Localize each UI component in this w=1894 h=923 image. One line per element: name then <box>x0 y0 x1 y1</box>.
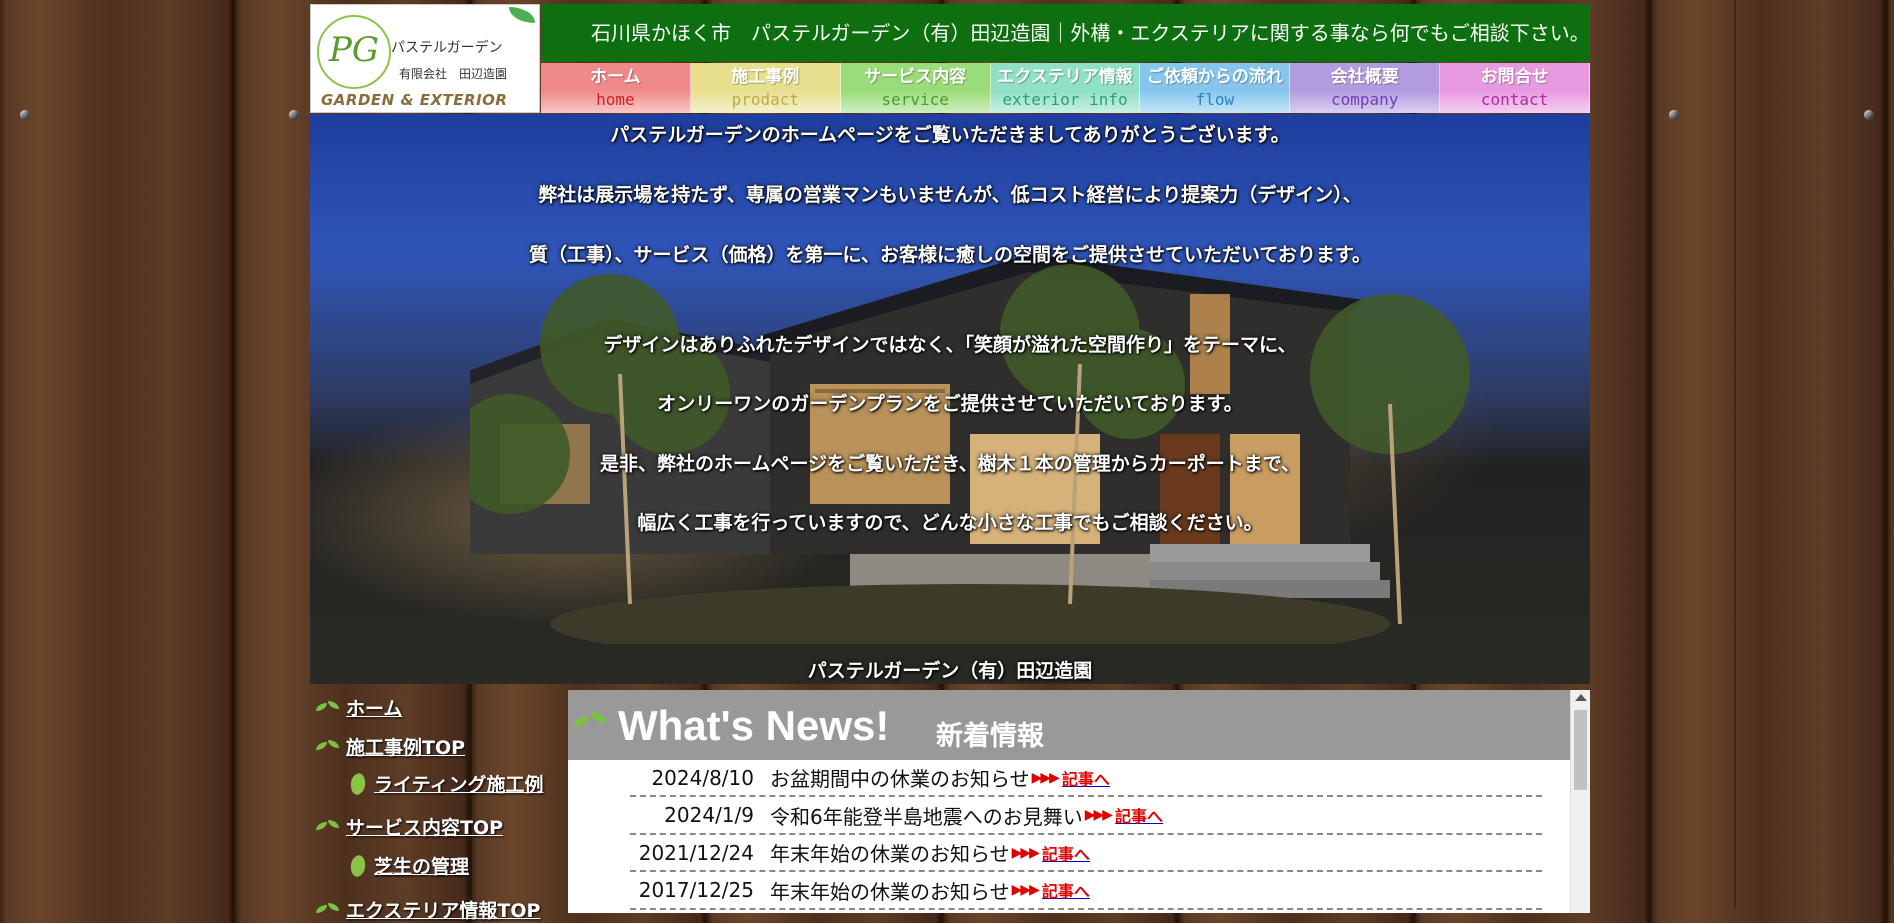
nail <box>1669 110 1679 120</box>
news-article-link[interactable]: 記事へ <box>1042 878 1090 902</box>
wood-plank-gap <box>1734 0 1736 909</box>
news-date: 2017/12/25 <box>638 878 754 902</box>
nav-item-label: エクステリア情報 <box>997 67 1133 87</box>
hero-text-line: オンリーワンのガーデンプランをご提供させていただいております。 <box>657 393 1243 415</box>
triple-arrow-icon: ▶▶▶ <box>1084 807 1113 823</box>
news-text: 年末年始の休業のお知らせ <box>770 879 1010 904</box>
nav-item-flow[interactable]: ご依頼からの流れ flow <box>1140 63 1291 113</box>
news-article-link[interactable]: 記事へ <box>1062 766 1110 790</box>
logo-name: パステルガーデン <box>391 40 503 56</box>
wood-plank-gap <box>232 0 234 909</box>
triple-arrow-icon: ▶▶▶ <box>1011 882 1040 898</box>
news-row: 2017/12/25 年末年始の休業のお知らせ ▶▶▶ 記事へ <box>630 873 1542 910</box>
logo-monogram: PG <box>317 15 391 89</box>
news-text: 令和6年能登半島地震へのお見舞い <box>770 804 1083 829</box>
news-article-link[interactable]: 記事へ <box>1042 841 1090 865</box>
nav-item-sublabel: home <box>596 90 635 109</box>
nav-item-contact[interactable]: お問合せ contact <box>1440 63 1591 113</box>
leaf-icon <box>509 7 535 23</box>
bud-icon <box>347 771 369 796</box>
news-header: What's News! 新着情報 <box>568 690 1570 760</box>
nail <box>1864 110 1874 120</box>
news-row: 2024/1/9 令和6年能登半島地震へのお見舞い ▶▶▶ 記事へ <box>630 798 1542 835</box>
sidebar-item-label: エクステリア情報TOP <box>346 900 541 922</box>
nail <box>20 110 30 120</box>
sidebar-item-label: ホーム <box>346 698 403 720</box>
logo-brand: GARDEN & EXTERIOR <box>321 91 508 109</box>
main-nav: ホーム home 施工事例 prodact サービス内容 service エクステリア情報 e… <box>541 63 1591 113</box>
news-text: 年末年始の休業のお知らせ <box>770 842 1010 866</box>
nav-item-sublabel: service <box>881 90 949 109</box>
news-date: 2024/8/10 <box>651 765 754 790</box>
nav-item-home[interactable]: ホーム home <box>541 63 691 113</box>
nav-item-prodact[interactable]: 施工事例 prodact <box>690 63 841 113</box>
sprout-icon <box>314 738 342 756</box>
hero-greeting: パステルガーデンのホームページをご覧いただきましてありがとうございます。 <box>610 124 1290 146</box>
sidebar-item-label: 芝生の管理 <box>374 856 470 878</box>
sprout-icon <box>314 901 342 919</box>
sidebar-item-label: ライティング施工例 <box>374 774 544 796</box>
news-date: 2024/1/9 <box>664 803 754 827</box>
news-subtitle: 新着情報 <box>936 721 1044 752</box>
nav-item-service[interactable]: サービス内容 service <box>840 63 991 113</box>
sidebar-item[interactable]: 芝生の管理 <box>347 852 470 879</box>
nav-item-label: お問合せ <box>1480 67 1549 87</box>
sidebar-item[interactable]: サービス内容TOP <box>314 813 503 840</box>
hero-text-line: 是非、弊社のホームページをご覧いただき、樹木１本の管理からカーポートまで、 <box>600 453 1300 475</box>
nav-item-label: ご依頼からの流れ <box>1146 67 1283 87</box>
site-logo[interactable]: PG パステルガーデン 有限会社 田辺造園 GARDEN & EXTERIOR <box>310 4 540 113</box>
triple-arrow-icon: ▶▶▶ <box>1031 769 1060 786</box>
sprout-icon <box>314 699 342 717</box>
news-article-link[interactable]: 記事へ <box>1115 803 1163 827</box>
news-panel: What's News! 新着情報 2024/8/10 お盆期間中の休業のお知らせ… <box>568 690 1590 913</box>
scroll-up-arrow-icon[interactable] <box>1575 694 1587 701</box>
hero-text-line: デザインはありふれたデザインではなく、「笑顔が溢れた空間作り」をテーマに、 <box>603 334 1297 356</box>
nav-item-sublabel: company <box>1331 90 1399 109</box>
sidebar-item[interactable]: 施工事例TOP <box>314 733 465 760</box>
hero-text-line: 弊社は展示場を持たず、専属の営業マンもいませんが、低コスト経営により提案力（デザ… <box>538 184 1362 206</box>
nav-item-sublabel: exterior info <box>1002 90 1128 109</box>
nav-item-label: サービス内容 <box>864 67 967 87</box>
sidebar-item-label: 施工事例TOP <box>346 737 466 759</box>
nav-item-label: 会社概要 <box>1330 67 1399 87</box>
nail <box>289 110 299 120</box>
news-title: What's News! <box>618 702 890 749</box>
nav-item-label: ホーム <box>590 67 641 87</box>
house-photo <box>470 254 1470 644</box>
sidebar-item[interactable]: ホーム <box>314 694 402 721</box>
hero-text-line: 質（工事）、サービス（価格）を第一に、お客様に癒しの空間をご提供させていただいて… <box>529 244 1371 266</box>
sidebar-item[interactable]: エクステリア情報TOP <box>314 896 540 923</box>
nav-item-sublabel: contact <box>1480 90 1549 109</box>
sprout-icon <box>314 818 342 836</box>
header-tagline: 石川県かほく市 パステルガーデン（有）田辺造園｜外構・エクステリアに関する事なら… <box>541 4 1590 62</box>
hero-caption: パステルガーデン（有）田辺造園 <box>807 660 1093 682</box>
news-row: 2024/8/10 お盆期間中の休業のお知らせ ▶▶▶ 記事へ <box>630 760 1542 797</box>
sidebar-item-label: サービス内容TOP <box>346 817 504 839</box>
scroll-thumb[interactable] <box>1574 710 1587 790</box>
hero-banner: パステルガーデンのホームページをご覧いただきましてありがとうございます。 弊社は… <box>310 114 1590 684</box>
sprout-icon <box>574 708 606 732</box>
nav-item-exterior-info[interactable]: エクステリア情報 exterior info <box>990 63 1141 113</box>
triple-arrow-icon: ▶▶▶ <box>1011 844 1040 861</box>
page-container: PG パステルガーデン 有限会社 田辺造園 GARDEN & EXTERIOR … <box>310 4 1591 922</box>
sidebar-menu: ホーム施工事例TOP ライティング施工例サービス内容TOP 芝生の管理エクステリア情… <box>310 690 568 922</box>
news-row: 2021/12/24 年末年始の休業のお知らせ ▶▶▶ 記事へ <box>630 835 1542 872</box>
bud-icon <box>347 853 369 878</box>
nav-item-sublabel: prodact <box>731 90 799 109</box>
nav-item-company[interactable]: 会社概要 company <box>1290 63 1441 113</box>
logo-company: 有限会社 田辺造園 <box>399 67 508 81</box>
nav-item-sublabel: flow <box>1195 90 1235 109</box>
nav-item-label: 施工事例 <box>731 67 800 87</box>
news-date: 2021/12/24 <box>638 840 754 865</box>
hero-text-line: 幅広く工事を行っていますので、どんな小さな工事でもご相談ください。 <box>637 512 1263 534</box>
sidebar-item[interactable]: ライティング施工例 <box>347 770 544 797</box>
news-text: お盆期間中の休業のお知らせ <box>770 767 1030 791</box>
news-scrollbar[interactable] <box>1570 690 1590 913</box>
